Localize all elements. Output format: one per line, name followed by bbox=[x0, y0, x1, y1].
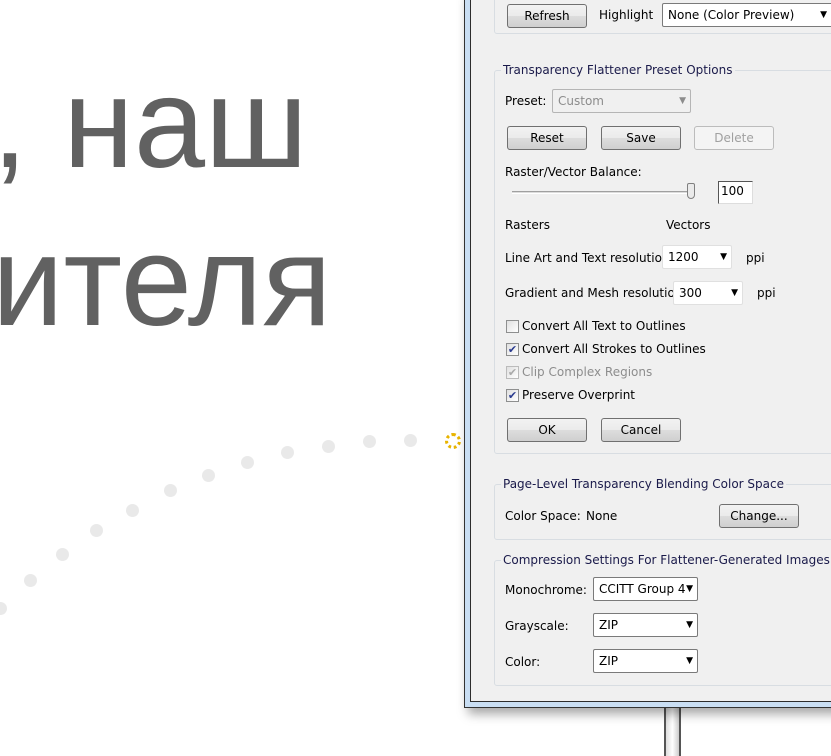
slide-text-line-2: ителя bbox=[0, 210, 332, 353]
gradient-label: Gradient and Mesh resolution: bbox=[505, 286, 687, 300]
path-dot bbox=[241, 456, 254, 469]
path-dot bbox=[90, 524, 103, 537]
highlight-value: None (Color Preview) bbox=[668, 8, 795, 22]
grayscale-select[interactable]: ZIP ▼ bbox=[593, 613, 698, 637]
change-button[interactable]: Change... bbox=[719, 504, 799, 528]
color-label: Color: bbox=[505, 655, 541, 669]
balance-slider-thumb[interactable] bbox=[687, 183, 695, 199]
flattener-preview-dialog: Refresh Highlight None (Color Preview) ▼ … bbox=[464, 0, 831, 708]
preset-select[interactable]: Custom ▼ bbox=[552, 89, 691, 113]
preset-options-group: Transparency Flattener Preset Options Pr… bbox=[494, 63, 831, 454]
compression-settings-group: Compression Settings For Flattener-Gener… bbox=[494, 553, 831, 686]
checkbox-preserve-overprint[interactable]: ✔ bbox=[506, 389, 519, 402]
chevron-down-icon: ▼ bbox=[686, 584, 693, 594]
monochrome-label: Monochrome: bbox=[505, 583, 587, 597]
vectors-label: Vectors bbox=[666, 218, 711, 232]
cancel-button[interactable]: Cancel bbox=[601, 418, 681, 442]
lineart-resolution-select[interactable]: 1200 ▼ bbox=[662, 245, 732, 269]
checkbox-label: Preserve Overprint bbox=[522, 388, 636, 402]
grayscale-value: ZIP bbox=[599, 618, 618, 632]
chevron-down-icon: ▼ bbox=[820, 10, 827, 20]
path-dot bbox=[202, 469, 215, 482]
chevron-down-icon: ▼ bbox=[686, 656, 693, 666]
lineart-unit: ppi bbox=[746, 251, 765, 265]
lineart-value: 1200 bbox=[668, 250, 699, 264]
monochrome-value: CCITT Group 4 bbox=[599, 582, 686, 596]
monochrome-select[interactable]: CCITT Group 4 ▼ bbox=[593, 577, 698, 601]
balance-slider-track[interactable] bbox=[512, 191, 695, 194]
path-dot bbox=[363, 435, 376, 448]
color-value: ZIP bbox=[599, 654, 618, 668]
chevron-down-icon: ▼ bbox=[731, 288, 738, 298]
chevron-down-icon: ▼ bbox=[720, 252, 727, 262]
chevron-down-icon: ▼ bbox=[686, 620, 693, 630]
reset-button[interactable]: Reset bbox=[507, 126, 587, 150]
compression-group-title: Compression Settings For Flattener-Gener… bbox=[501, 553, 831, 567]
checkbox-label: Convert All Text to Outlines bbox=[522, 319, 686, 333]
checkbox-convert-strokes[interactable]: ✔ bbox=[506, 343, 519, 356]
preset-group-title: Transparency Flattener Preset Options bbox=[501, 63, 735, 77]
path-dot bbox=[164, 484, 177, 497]
path-dot bbox=[56, 548, 69, 561]
window-stand bbox=[664, 700, 681, 756]
grayscale-label: Grayscale: bbox=[505, 619, 569, 633]
save-button[interactable]: Save bbox=[601, 126, 681, 150]
blend-group-title: Page-Level Transparency Blending Color S… bbox=[501, 477, 786, 491]
preset-label: Preset: bbox=[505, 94, 547, 108]
checkbox-label: Convert All Strokes to Outlines bbox=[522, 342, 706, 356]
gradient-unit: ppi bbox=[757, 286, 776, 300]
balance-input[interactable]: 100 bbox=[718, 181, 753, 204]
color-space-label: Color Space: bbox=[505, 509, 581, 523]
refresh-group: Refresh Highlight None (Color Preview) ▼ bbox=[494, 0, 831, 34]
highlight-select[interactable]: None (Color Preview) ▼ bbox=[662, 3, 831, 27]
gradient-value: 300 bbox=[679, 286, 702, 300]
blending-color-space-group: Page-Level Transparency Blending Color S… bbox=[494, 477, 831, 540]
path-dot bbox=[404, 434, 417, 447]
path-dot bbox=[126, 504, 139, 517]
balance-label: Raster/Vector Balance: bbox=[505, 165, 642, 179]
path-dot bbox=[281, 446, 294, 459]
color-space-value: None bbox=[586, 509, 618, 523]
refresh-button[interactable]: Refresh bbox=[507, 4, 587, 28]
checkbox-clip-complex[interactable]: ✔ bbox=[506, 366, 519, 379]
lineart-label: Line Art and Text resolution: bbox=[505, 251, 674, 265]
preset-value: Custom bbox=[558, 94, 604, 108]
chevron-down-icon: ▼ bbox=[679, 96, 686, 106]
path-anchor-handle[interactable] bbox=[445, 433, 461, 449]
checkbox-label: Clip Complex Regions bbox=[522, 365, 653, 379]
rasters-label: Rasters bbox=[505, 218, 550, 232]
delete-button[interactable]: Delete bbox=[694, 126, 774, 150]
ok-button[interactable]: OK bbox=[507, 418, 587, 442]
path-dot bbox=[0, 602, 7, 615]
path-dot bbox=[24, 574, 37, 587]
checkbox-convert-text[interactable] bbox=[506, 320, 519, 333]
slide-text-line-1: , наш bbox=[0, 52, 308, 195]
gradient-resolution-select[interactable]: 300 ▼ bbox=[673, 281, 743, 305]
path-dot bbox=[322, 440, 335, 453]
color-select[interactable]: ZIP ▼ bbox=[593, 649, 698, 673]
highlight-label: Highlight bbox=[599, 8, 654, 22]
